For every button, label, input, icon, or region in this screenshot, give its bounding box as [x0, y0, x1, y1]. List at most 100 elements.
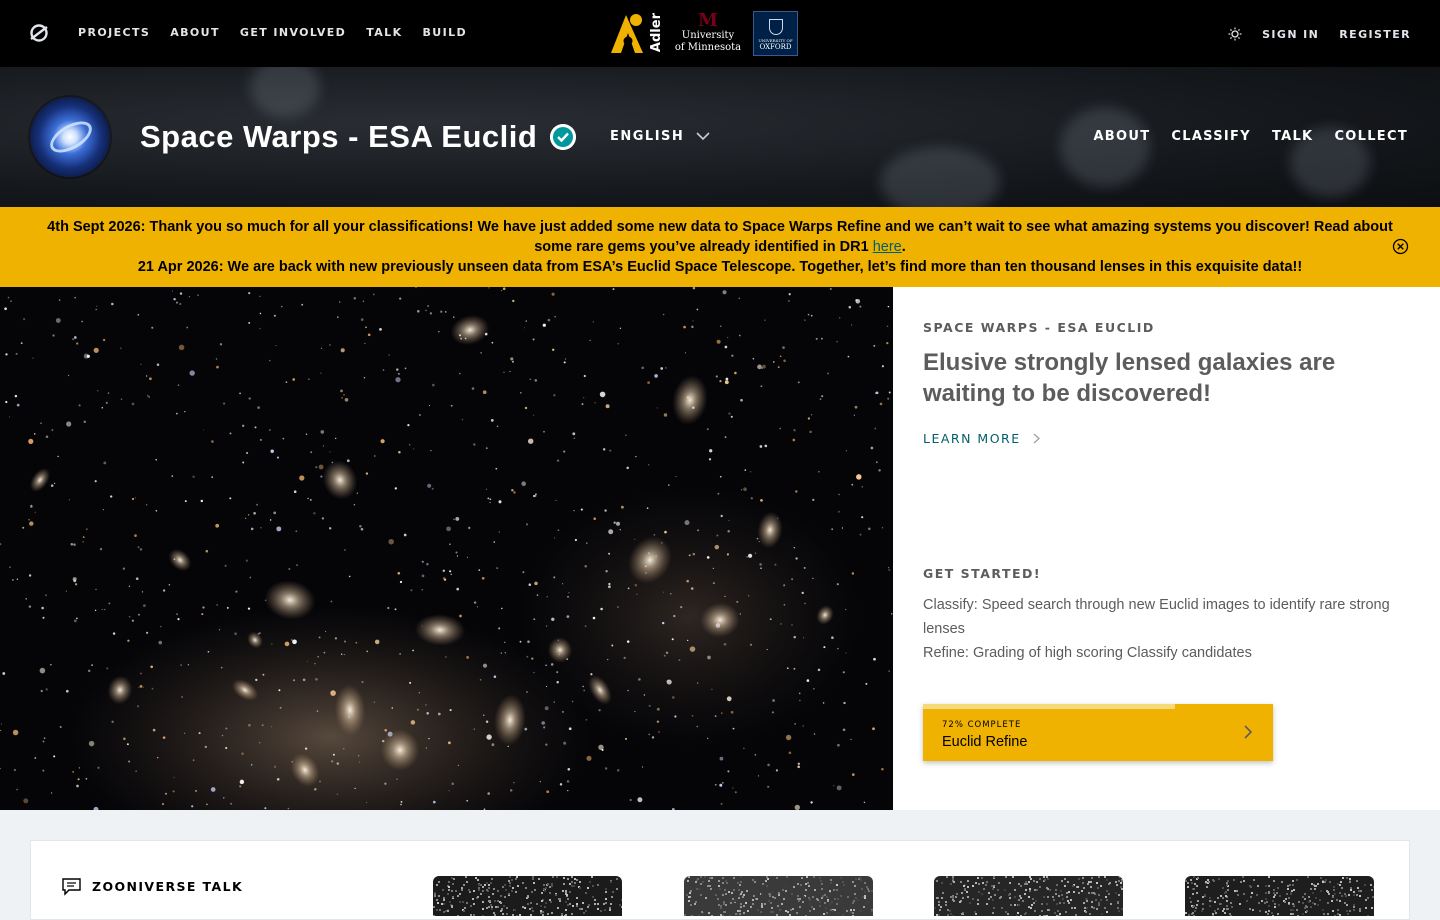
project-nav-classify[interactable]: CLASSIFY	[1171, 129, 1251, 144]
noise-pixel	[761, 893, 763, 895]
star	[731, 354, 734, 357]
noise-pixel	[1091, 877, 1093, 879]
noise-pixel	[1061, 880, 1063, 882]
noise-pixel	[955, 896, 957, 898]
nav-projects[interactable]: PROJECTS	[78, 26, 150, 39]
star	[140, 672, 142, 675]
star	[760, 499, 763, 502]
star	[176, 412, 178, 415]
noise-pixel	[726, 882, 728, 884]
star	[774, 563, 777, 566]
star	[426, 712, 429, 715]
noise-pixel	[1290, 909, 1292, 911]
star	[489, 498, 492, 501]
noise-pixel	[478, 889, 480, 891]
noise-pixel	[863, 906, 865, 908]
talk-thumbnail[interactable]	[433, 876, 622, 916]
nav-get-involved[interactable]: GET INVOLVED	[240, 26, 346, 39]
close-icon[interactable]	[1392, 238, 1409, 255]
star	[139, 548, 143, 551]
project-nav-collect[interactable]: COLLECT	[1334, 129, 1408, 144]
sign-in-link[interactable]: SIGN IN	[1262, 28, 1319, 41]
star	[65, 689, 69, 693]
star	[28, 519, 30, 521]
theme-toggle-sun-icon[interactable]	[1228, 27, 1242, 41]
announcement-here-link[interactable]: here	[873, 239, 902, 255]
noise-pixel	[1224, 912, 1226, 914]
star	[886, 341, 889, 345]
noise-pixel	[1257, 885, 1259, 887]
star	[863, 801, 866, 804]
talk-thumbnail[interactable]	[684, 876, 873, 916]
talk-thumbnail[interactable]	[1185, 876, 1374, 916]
noise-pixel	[1349, 881, 1351, 883]
star	[691, 325, 694, 329]
nav-build[interactable]: BUILD	[423, 26, 468, 39]
noise-pixel	[480, 893, 482, 895]
star	[888, 569, 891, 572]
star	[564, 358, 567, 360]
star	[767, 763, 770, 767]
star	[331, 760, 334, 763]
language-selector[interactable]: ENGLISH	[610, 129, 710, 144]
oxford-logo[interactable]: UNIVERSITY OF OXFORD	[753, 10, 798, 56]
star	[184, 500, 187, 503]
star	[854, 405, 858, 409]
star	[643, 694, 646, 696]
noise-pixel	[731, 892, 733, 894]
star	[218, 629, 221, 631]
star	[608, 585, 611, 589]
noise-pixel	[1121, 888, 1123, 890]
star	[152, 728, 156, 732]
star	[403, 533, 407, 537]
project-avatar[interactable]	[30, 97, 110, 177]
nav-talk[interactable]: TALK	[366, 26, 402, 39]
noise-pixel	[443, 903, 445, 905]
talk-thumbnail[interactable]	[934, 876, 1123, 916]
star	[568, 592, 570, 594]
workflow-button-euclid-refine[interactable]: 72% COMPLETE Euclid Refine	[923, 704, 1273, 761]
star	[146, 504, 148, 506]
nav-about[interactable]: ABOUT	[170, 26, 220, 39]
zooniverse-logo-icon[interactable]	[28, 22, 50, 44]
project-kicker: SPACE WARPS - ESA EUCLID	[923, 320, 1155, 335]
noise-pixel	[1284, 901, 1286, 903]
star	[843, 701, 846, 705]
star	[493, 541, 496, 543]
star	[111, 302, 114, 306]
star	[566, 615, 570, 618]
project-nav-talk[interactable]: TALK	[1272, 129, 1313, 144]
noise-pixel	[722, 877, 724, 879]
noise-pixel	[1258, 902, 1260, 904]
star	[838, 493, 840, 496]
project-nav-about[interactable]: ABOUT	[1093, 129, 1150, 144]
noise-pixel	[842, 881, 844, 883]
noise-pixel	[1281, 881, 1283, 883]
noise-pixel	[1337, 913, 1339, 915]
star	[715, 375, 718, 378]
adler-logo[interactable]: Adler	[609, 11, 664, 55]
noise-pixel	[452, 896, 454, 898]
noise-pixel	[715, 894, 717, 896]
noise-pixel	[544, 906, 546, 908]
noise-pixel	[1227, 889, 1229, 891]
learn-more-link[interactable]: LEARN MORE	[923, 431, 1040, 446]
noise-pixel	[1084, 907, 1086, 909]
project-title[interactable]: Space Warps - ESA Euclid	[140, 119, 537, 155]
star	[444, 578, 447, 581]
project-nav: ABOUT CLASSIFY TALK COLLECT	[1093, 129, 1408, 144]
noise-pixel	[850, 909, 852, 911]
noise-pixel	[956, 893, 958, 895]
star	[586, 755, 592, 761]
noise-pixel	[843, 908, 845, 910]
star	[22, 526, 25, 529]
noise-pixel	[1014, 889, 1016, 891]
noise-pixel	[1073, 891, 1075, 893]
noise-pixel	[1083, 887, 1085, 889]
star	[793, 635, 796, 639]
noise-pixel	[1277, 887, 1279, 889]
register-link[interactable]: REGISTER	[1339, 28, 1411, 41]
noise-pixel	[1371, 889, 1373, 891]
umn-logo[interactable]: M University of Minnesota	[673, 12, 743, 54]
noise-pixel	[1315, 885, 1317, 887]
